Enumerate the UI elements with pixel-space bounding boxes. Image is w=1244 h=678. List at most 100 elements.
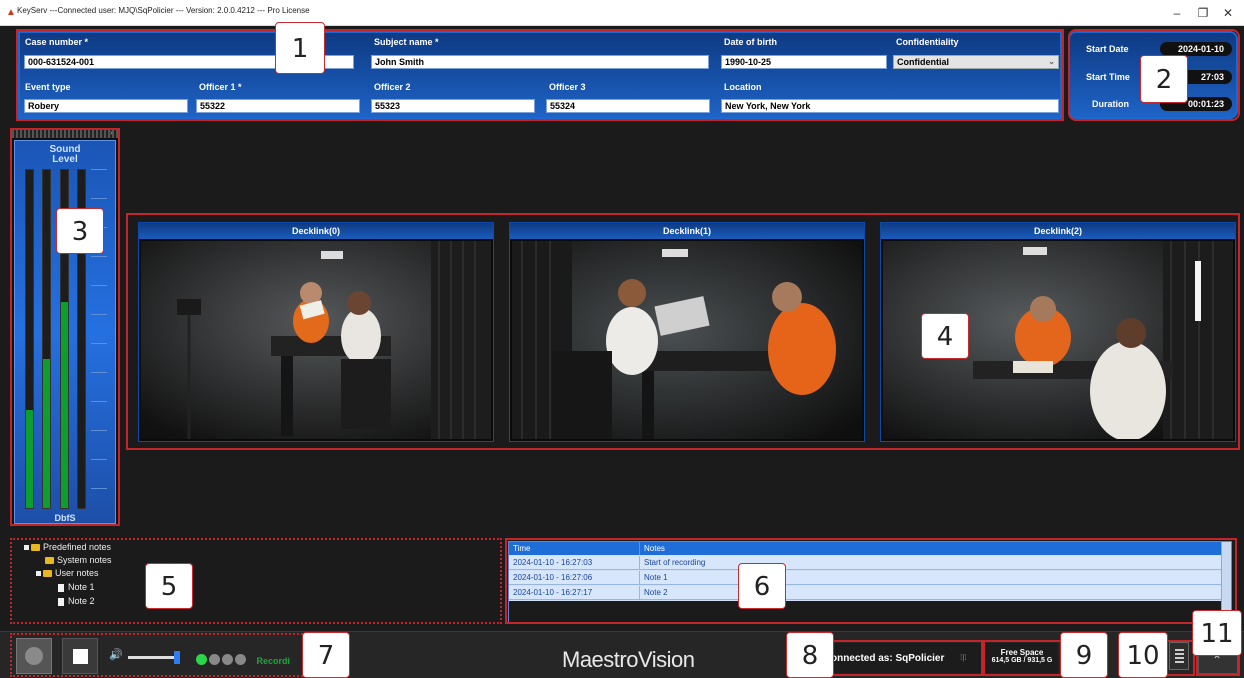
free-space-label: Free Space xyxy=(1000,648,1044,657)
tree-node-note1[interactable]: Note 1 xyxy=(58,581,95,593)
tree-node-system-label: System notes xyxy=(57,555,112,565)
meter-grip[interactable] xyxy=(12,130,118,138)
callout-10: 10 xyxy=(1118,632,1168,678)
free-space-value: 614,5 GB / 931,5 G xyxy=(991,657,1053,664)
stop-icon xyxy=(73,649,88,664)
title-bar: ▲ KeyServ ---Connected user: MJQ\SqPolic… xyxy=(0,0,1244,26)
video-feed-1-label: Decklink(1) xyxy=(510,223,864,239)
tree-node-system[interactable]: System notes xyxy=(45,554,112,566)
callout-9: 9 xyxy=(1060,632,1108,678)
callout-1: 1 xyxy=(275,22,325,74)
video-feed-0-image xyxy=(141,241,491,439)
location-field[interactable]: New York, New York xyxy=(721,99,1059,113)
chevron-right-icon[interactable]: › xyxy=(110,128,113,137)
column-header-notes[interactable]: Notes xyxy=(639,542,1221,555)
status-led xyxy=(235,654,246,666)
case-number-label: Case number * xyxy=(25,37,89,47)
brand-logo: MaestroVision xyxy=(562,647,695,672)
record-button[interactable] xyxy=(16,638,52,674)
officer2-field[interactable]: 55323 xyxy=(371,99,535,113)
event-type-field[interactable]: Robery xyxy=(24,99,188,113)
start-time-label: Start Time xyxy=(1086,72,1130,82)
meter-channel-2 xyxy=(42,169,51,509)
volume-slider[interactable] xyxy=(128,651,181,664)
meter-unit: DbfS xyxy=(54,513,76,523)
volume-slider-thumb[interactable] xyxy=(174,651,181,664)
meter-title-line2: Level xyxy=(52,154,78,165)
table-row-time[interactable]: 2024-01-10 - 16:27:06 xyxy=(509,571,639,585)
video-feed-2-label: Decklink(2) xyxy=(881,223,1235,239)
video-feeds: Decklink(0) Decklink(1) Decklink(2) xyxy=(126,213,1240,450)
sound-level-meter: › Sound Level DbfS xyxy=(10,128,120,526)
meter-channel-1 xyxy=(25,169,34,509)
table-row-time[interactable]: 2024-01-10 - 16:27:17 xyxy=(509,586,639,600)
window-title: KeyServ ---Connected user: MJQ\SqPolicie… xyxy=(17,6,310,15)
app-window: ▲ KeyServ ---Connected user: MJQ\SqPolic… xyxy=(0,0,1244,678)
date-of-birth-label: Date of birth xyxy=(724,37,777,47)
event-type-label: Event type xyxy=(25,82,71,92)
maximize-button[interactable]: ❐ xyxy=(1192,4,1214,22)
date-of-birth-field[interactable]: 1990-10-25 xyxy=(721,55,887,69)
status-led xyxy=(209,654,220,666)
officer3-field[interactable]: 55324 xyxy=(546,99,710,113)
video-feed-1[interactable]: Decklink(1) xyxy=(509,222,865,442)
notes-tree: Predefined notes System notes User notes… xyxy=(18,538,498,622)
app-logo-icon: ▲ xyxy=(6,7,16,18)
recording-status-label: Recordi xyxy=(256,656,290,666)
callout-4: 4 xyxy=(921,313,969,359)
meter-panel: Sound Level DbfS xyxy=(14,140,116,524)
close-button[interactable]: ✕ xyxy=(1217,4,1239,22)
tree-node-note2[interactable]: Note 2 xyxy=(58,595,95,607)
callout-5: 5 xyxy=(145,563,193,609)
table-row-note[interactable]: Note 1 xyxy=(639,571,1221,585)
officer1-field[interactable]: 55322 xyxy=(196,99,360,113)
recording-status: Recordi xyxy=(196,651,290,669)
video-feed-0[interactable]: Decklink(0) xyxy=(138,222,494,442)
column-header-time[interactable]: Time xyxy=(509,542,639,555)
case-info-form: Case number * 000-631524-001 Subject nam… xyxy=(18,31,1062,119)
document-icon xyxy=(58,597,64,606)
free-space-panel: Free Space 614,5 GB / 931,5 G xyxy=(986,643,1058,673)
callout-11: 11 xyxy=(1192,610,1242,656)
callout-3: 3 xyxy=(56,208,104,254)
list-button[interactable] xyxy=(1169,642,1189,670)
video-feed-0-label: Decklink(0) xyxy=(139,223,493,239)
chevron-down-icon: ⌄ xyxy=(1048,57,1055,66)
officer2-label: Officer 2 xyxy=(374,82,411,92)
collapse-icon[interactable] xyxy=(36,571,41,577)
table-row-time[interactable]: 2024-01-10 - 16:27:03 xyxy=(509,556,639,570)
tree-node-predefined-label: Predefined notes xyxy=(43,542,112,552)
video-feed-1-image xyxy=(512,241,862,439)
meter-title: Sound Level xyxy=(15,145,115,165)
tree-node-predefined[interactable]: Predefined notes xyxy=(24,541,111,553)
subject-name-label: Subject name * xyxy=(374,37,439,47)
location-label: Location xyxy=(724,82,762,92)
meter-level-3 xyxy=(61,301,68,508)
notes-table: Time Notes 2024-01-10 - 16:27:03 Start o… xyxy=(508,541,1232,623)
folder-icon xyxy=(31,544,40,552)
officer1-label: Officer 1 * xyxy=(199,82,242,92)
tree-node-user-label: User notes xyxy=(55,568,99,578)
start-date-value: 2024-01-10 xyxy=(1160,42,1232,56)
table-empty-area xyxy=(509,601,1221,623)
status-led-active xyxy=(196,654,207,666)
subject-name-field[interactable]: John Smith xyxy=(371,55,709,69)
table-row-note[interactable]: Note 2 xyxy=(639,586,1221,600)
confidentiality-value: Confidential xyxy=(897,57,949,67)
tree-node-note2-label: Note 2 xyxy=(68,596,95,606)
meter-level-1 xyxy=(26,409,33,508)
duration-label: Duration xyxy=(1092,99,1129,109)
table-row-note[interactable]: Start of recording xyxy=(639,556,1221,570)
callout-2: 2 xyxy=(1140,55,1188,103)
speaker-icon[interactable]: 🔊 xyxy=(109,648,123,661)
tree-node-user[interactable]: User notes xyxy=(36,567,99,579)
minimize-button[interactable]: – xyxy=(1166,4,1188,22)
confidentiality-select[interactable]: Confidential ⌄ xyxy=(893,55,1059,69)
interrogation-room-image xyxy=(141,241,491,439)
callout-6: 6 xyxy=(738,563,786,609)
stop-button[interactable] xyxy=(62,638,98,674)
tree-node-note1-label: Note 1 xyxy=(68,582,95,592)
connected-user-label: onnected as: SqPolicier xyxy=(831,653,945,664)
document-icon xyxy=(58,583,64,592)
collapse-icon[interactable] xyxy=(24,545,29,551)
